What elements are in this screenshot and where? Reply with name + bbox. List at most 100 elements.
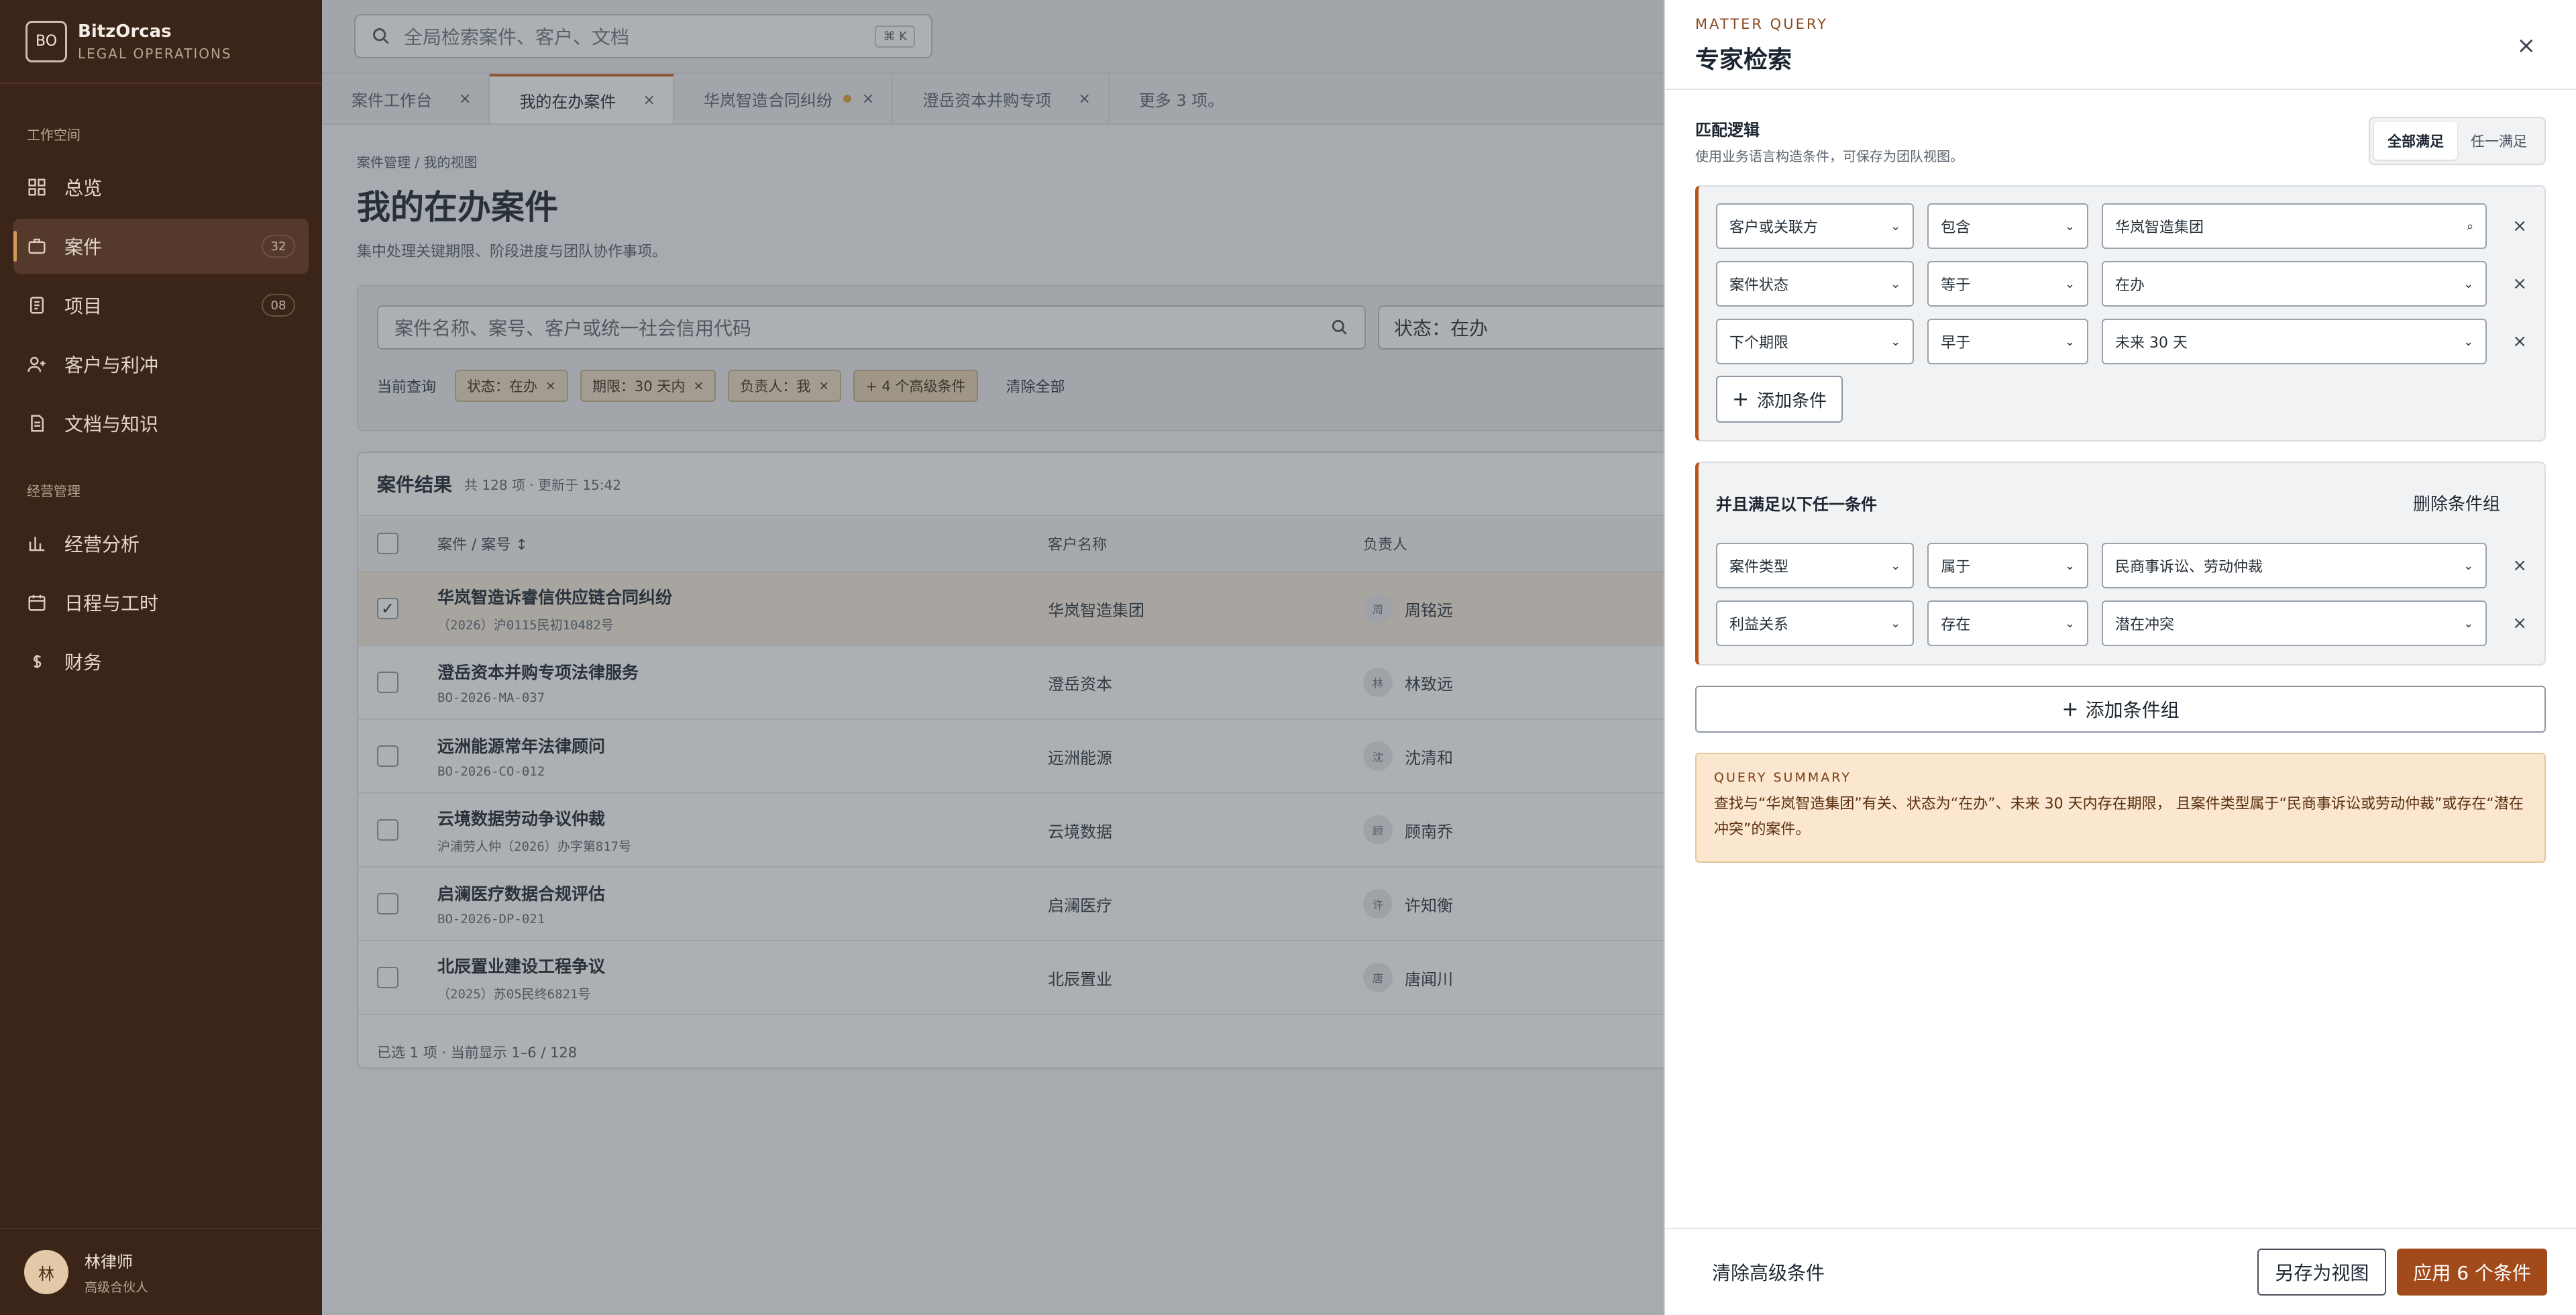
currency-icon	[33, 655, 42, 668]
drawer-title: 专家检索	[1695, 46, 1792, 74]
apply-conditions-button[interactable]: 应用 6 个条件	[2397, 1249, 2547, 1296]
value-select[interactable]: 未来 30 天 ⌄	[2102, 319, 2487, 364]
sidebar-item-label: 客户与利冲	[64, 354, 159, 376]
value-input[interactable]: 华岚智造集团 ⌕	[2102, 203, 2487, 249]
user-name: 林律师	[85, 1253, 133, 1271]
sidebar-item-finance[interactable]: 财务	[13, 634, 309, 689]
user-role: 高级合伙人	[85, 1280, 149, 1295]
remove-condition-icon[interactable]: ×	[2512, 556, 2527, 576]
user-profile[interactable]: 林 林律师 高级合伙人	[0, 1228, 322, 1315]
chevron-down-icon: ⌄	[2463, 334, 2474, 349]
operator-value: 属于	[1941, 559, 1971, 576]
remove-condition-icon[interactable]: ×	[2512, 274, 2527, 294]
match-all-option[interactable]: 全部满足	[2374, 122, 2457, 160]
count-badge: 08	[262, 294, 295, 317]
sidebar-item-documents[interactable]: 文档与知识	[13, 396, 309, 451]
chevron-down-icon: ⌄	[2463, 616, 2474, 631]
sidebar-item-cases[interactable]: 案件 32	[13, 219, 309, 274]
field-select[interactable]: 利益关系 ⌄	[1716, 600, 1915, 646]
brand-name: BitzOrcas	[78, 21, 172, 42]
close-icon[interactable]: ×	[2517, 32, 2536, 59]
plus-icon: +	[2061, 697, 2079, 721]
condition-row: 客户或关联方 ⌄ 包含 ⌄ 华岚智造集团 ⌕ ×	[1716, 203, 2527, 250]
field-select[interactable]: 案件类型 ⌄	[1716, 543, 1915, 588]
search-icon: ⌕	[2467, 219, 2474, 233]
count-badge: 32	[262, 235, 295, 258]
sidebar-item-label: 日程与工时	[64, 592, 159, 615]
add-condition-label: 添加条件	[1757, 390, 1827, 411]
chevron-down-icon: ⌄	[1890, 334, 1901, 349]
sidebar-item-calendar[interactable]: 日程与工时	[13, 575, 309, 630]
operator-select[interactable]: 存在 ⌄	[1927, 600, 2089, 646]
briefcase-icon	[28, 238, 46, 254]
condition-row: 利益关系 ⌄ 存在 ⌄ 潜在冲突 ⌄ ×	[1716, 600, 2527, 647]
remove-condition-icon[interactable]: ×	[2512, 216, 2527, 236]
avatar: 林	[24, 1250, 68, 1294]
condition-group-primary: 客户或关联方 ⌄ 包含 ⌄ 华岚智造集团 ⌕ × 案件状态 ⌄ 等于 ⌄ 在办 ⌄ × 下个…	[1695, 185, 2546, 441]
user-plus-icon	[28, 356, 46, 372]
chevron-down-icon: ⌄	[2064, 219, 2076, 233]
operator-select[interactable]: 属于 ⌄	[1927, 543, 2089, 588]
chevron-down-icon: ⌄	[2064, 558, 2076, 573]
operator-value: 等于	[1941, 277, 1971, 294]
delete-group-button[interactable]: 删除条件组	[2413, 490, 2500, 515]
add-group-label: 添加条件组	[2085, 699, 2180, 721]
field-select[interactable]: 客户或关联方 ⌄	[1716, 203, 1915, 249]
value-select[interactable]: 民商事诉讼、劳动仲裁 ⌄	[2102, 543, 2487, 588]
clipboard-icon	[30, 297, 44, 314]
remove-condition-icon[interactable]: ×	[2512, 613, 2527, 633]
field-select[interactable]: 案件状态 ⌄	[1716, 261, 1915, 307]
plus-icon: +	[1732, 387, 1750, 411]
chevron-down-icon: ⌄	[2463, 558, 2474, 573]
select-value: 在办	[2115, 277, 2145, 294]
operator-select[interactable]: 等于 ⌄	[1927, 261, 2089, 307]
brand-logo: BO	[25, 20, 67, 62]
sidebar-item-label: 财务	[64, 651, 103, 674]
sidebar-item-clients[interactable]: 客户与利冲	[13, 337, 309, 392]
sidebar-item-projects[interactable]: 项目 08	[13, 278, 309, 333]
field-value: 下个期限	[1729, 335, 1789, 352]
sidebar-item-overview[interactable]: 总览	[13, 160, 309, 215]
condition-group-any: 并且满足以下任一条件 删除条件组 案件类型 ⌄ 属于 ⌄ 民商事诉讼、劳动仲裁 ⌄ ×…	[1695, 462, 2546, 666]
save-view-button[interactable]: 另存为视图	[2257, 1249, 2387, 1296]
operator-value: 存在	[1941, 617, 1971, 633]
add-condition-button[interactable]: + 添加条件	[1716, 376, 1843, 423]
chevron-down-icon: ⌄	[1890, 616, 1901, 631]
calendar-icon	[28, 594, 46, 611]
chevron-down-icon: ⌄	[2064, 334, 2076, 349]
chevron-down-icon: ⌄	[1890, 558, 1901, 573]
value-select[interactable]: 在办 ⌄	[2102, 261, 2487, 307]
drawer-kicker: MATTER QUERY	[1695, 16, 1828, 32]
select-value: 民商事诉讼、劳动仲裁	[2115, 559, 2263, 576]
chevron-down-icon: ⌄	[2064, 276, 2076, 291]
bar-chart-icon	[29, 537, 45, 551]
sidebar: BO BitzOrcas LEGAL OPERATIONS 工作空间 总览 案件…	[0, 0, 322, 1315]
summary-text: 查找与“华岚智造集团”有关、状态为“在办”、未来 30 天内存在期限， 且案件类…	[1714, 796, 2524, 838]
condition-row: 案件类型 ⌄ 属于 ⌄ 民商事诉讼、劳动仲裁 ⌄ ×	[1716, 542, 2527, 589]
sidebar-item-label: 经营分析	[64, 533, 140, 556]
brand: BO BitzOrcas LEGAL OPERATIONS	[0, 0, 322, 84]
match-logic-toggle: 全部满足 任一满足	[2369, 117, 2546, 165]
chevron-down-icon: ⌄	[1890, 276, 1901, 291]
condition-row: 下个期限 ⌄ 早于 ⌄ 未来 30 天 ⌄ ×	[1716, 318, 2527, 365]
group-title: 并且满足以下任一条件	[1716, 494, 1877, 514]
select-value: 未来 30 天	[2115, 335, 2188, 352]
remove-condition-icon[interactable]: ×	[2512, 331, 2527, 352]
sidebar-item-label: 文档与知识	[64, 413, 159, 435]
operator-select[interactable]: 包含 ⌄	[1927, 203, 2089, 249]
value-select[interactable]: 潜在冲突 ⌄	[2102, 600, 2487, 646]
query-summary: QUERY SUMMARY 查找与“华岚智造集团”有关、状态为“在办”、未来 3…	[1695, 753, 2546, 863]
operator-select[interactable]: 早于 ⌄	[1927, 319, 2089, 364]
nav-section-management: 经营管理	[27, 483, 80, 499]
clear-advanced-button[interactable]: 清除高级条件	[1712, 1259, 1825, 1285]
drawer-footer: 清除高级条件 另存为视图 应用 6 个条件	[1665, 1228, 2576, 1315]
grid-icon	[28, 178, 46, 196]
add-condition-group-button[interactable]: + 添加条件组	[1695, 686, 2546, 733]
sidebar-item-label: 案件	[64, 236, 103, 258]
sidebar-item-analytics[interactable]: 经营分析	[13, 516, 309, 571]
field-select[interactable]: 下个期限 ⌄	[1716, 319, 1915, 364]
match-logic-title: 匹配逻辑	[1695, 121, 1760, 140]
input-value: 华岚智造集团	[2115, 219, 2204, 236]
match-any-option[interactable]: 任一满足	[2457, 122, 2540, 160]
brand-subtitle: LEGAL OPERATIONS	[78, 45, 232, 62]
